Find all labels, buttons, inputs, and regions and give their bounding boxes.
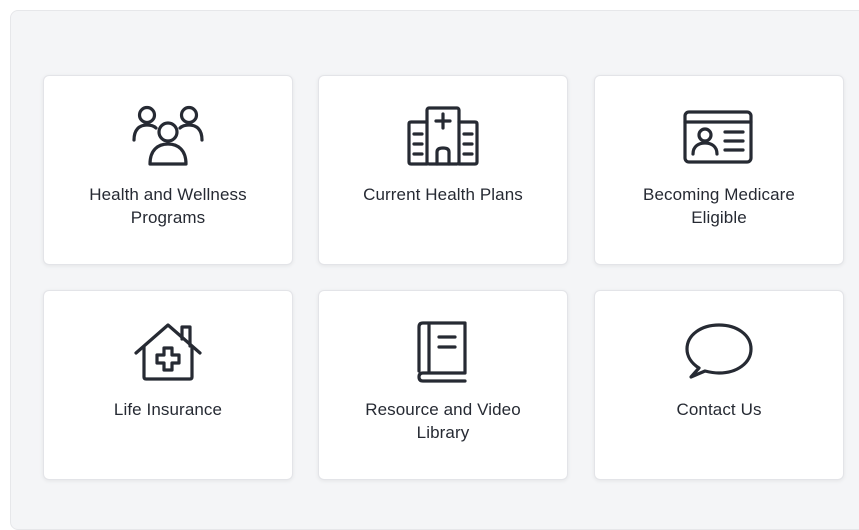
card-label: Becoming Medicare Eligible	[643, 185, 795, 227]
card-life-insurance[interactable]: Life Insurance	[43, 290, 293, 480]
id-card-icon	[679, 104, 759, 170]
chat-bubble-icon	[679, 319, 759, 385]
card-label: Contact Us	[676, 400, 762, 419]
card-label: Life Insurance	[113, 400, 223, 419]
card-resource-video-library[interactable]: Resource and Video Library	[318, 290, 568, 480]
card-contact-us[interactable]: Contact Us	[594, 290, 844, 480]
card-health-wellness-programs[interactable]: Health and Wellness Programs	[43, 75, 293, 265]
card-label: Health and Wellness Programs	[89, 185, 247, 227]
book-icon	[403, 319, 483, 385]
hospital-icon	[403, 104, 483, 170]
people-group-icon	[128, 104, 208, 170]
house-medical-icon	[128, 319, 208, 385]
card-current-health-plans[interactable]: Current Health Plans	[318, 75, 568, 265]
card-becoming-medicare-eligible[interactable]: Becoming Medicare Eligible	[594, 75, 844, 265]
card-label: Current Health Plans	[363, 185, 523, 204]
card-label: Resource and Video Library	[365, 400, 521, 442]
